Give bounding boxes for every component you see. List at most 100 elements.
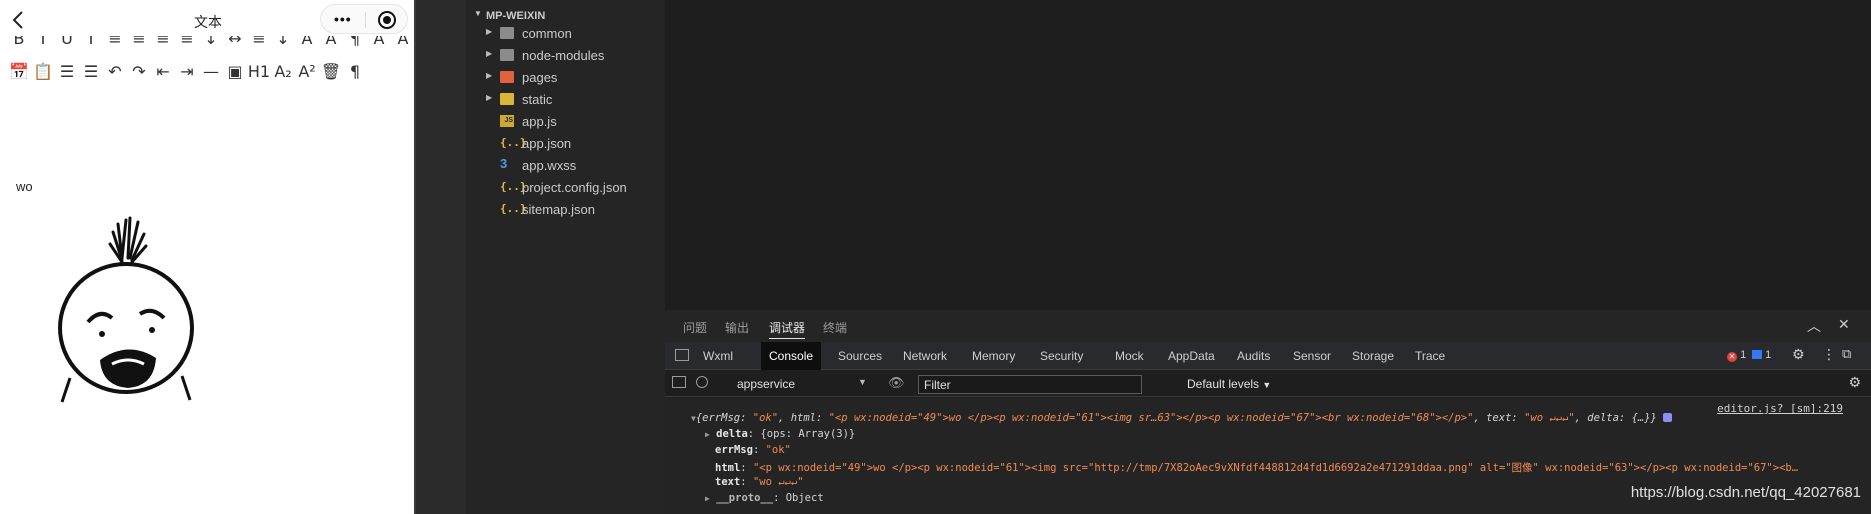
text-dir-icon[interactable]: ¶: [344, 36, 366, 49]
align-right-icon[interactable]: ≡: [152, 36, 174, 49]
more-vert-icon[interactable]: ⋮: [1822, 346, 1836, 363]
underline-icon[interactable]: U: [56, 36, 78, 49]
explorer-item-label: pages: [522, 70, 558, 85]
tab-trace[interactable]: Trace: [1415, 342, 1445, 370]
clipboard-icon[interactable]: 📋: [32, 60, 54, 82]
tab-memory[interactable]: Memory: [972, 342, 1015, 370]
log-prop-html: html: "<p wx:nodeid="49">wo </p><p wx:no…: [715, 462, 1799, 474]
prop-key: html: [715, 462, 741, 474]
explorer-item[interactable]: ▶ pages: [466, 66, 665, 88]
line-height-icon[interactable]: ↕: [200, 36, 222, 49]
log-prop-delta[interactable]: ▶ delta: {ops: Array(3)}: [705, 428, 855, 440]
explorer-item[interactable]: ▶ common: [466, 22, 665, 44]
bullet-list-icon[interactable]: ☰: [80, 60, 102, 82]
expand-icon: ▶: [486, 49, 493, 58]
explorer-item[interactable]: 3 app.wxss: [466, 154, 665, 176]
align-left-icon[interactable]: ≡: [104, 36, 126, 49]
italic-icon[interactable]: I: [32, 36, 54, 49]
date-icon[interactable]: 📅: [8, 60, 30, 82]
explorer-item[interactable]: ▶ static: [466, 88, 665, 110]
font-size-icon[interactable]: A: [320, 36, 342, 49]
val-html: "<p wx:nodeid="49">wo </p><p wx:nodeid="…: [828, 412, 1474, 424]
log-prop-errmsg: errMsg: "ok": [715, 444, 791, 456]
undock-icon[interactable]: ⧉: [1842, 346, 1851, 362]
log-prop-proto[interactable]: ▶ __proto__: Object: [705, 492, 824, 504]
prop-val: "ok": [765, 444, 791, 456]
collapse-icon: ▼: [474, 9, 482, 18]
redo-icon[interactable]: ↷: [128, 60, 150, 82]
editor-content-text[interactable]: wo: [16, 179, 33, 194]
tab-mock[interactable]: Mock: [1115, 342, 1144, 370]
letter-spacing-icon[interactable]: ↔: [224, 36, 246, 49]
chevron-down-icon[interactable]: ▼: [858, 377, 867, 387]
tab-terminal[interactable]: 终端: [823, 319, 847, 336]
clear-console-icon[interactable]: [696, 376, 708, 388]
align-justify-icon[interactable]: ≡: [176, 36, 198, 49]
indent-icon[interactable]: ⇥: [176, 60, 198, 82]
console-filter-input[interactable]: [918, 375, 1142, 394]
heading-icon[interactable]: H1: [248, 60, 270, 82]
tab-debugger[interactable]: 调试器: [769, 319, 806, 339]
tab-console[interactable]: Console: [761, 342, 822, 370]
image-icon[interactable]: ▣: [224, 60, 246, 82]
tab-security[interactable]: Security: [1040, 342, 1083, 370]
tab-audits[interactable]: Audits: [1237, 342, 1270, 370]
watermark: https://blog.csdn.net/qq_42027681: [1630, 484, 1861, 501]
tab-output[interactable]: 输出: [725, 319, 749, 336]
explorer-item[interactable]: JS app.js: [466, 110, 665, 132]
console-filter-bar: appservice ▼ 👁 Default levels ▼ ⚙: [665, 371, 1871, 397]
bold-icon[interactable]: B: [8, 36, 30, 49]
eye-icon[interactable]: 👁: [888, 375, 905, 391]
message-count-badge[interactable]: 1: [1752, 349, 1771, 361]
more-icon[interactable]: •••: [334, 11, 352, 27]
console-settings-icon[interactable]: ⚙: [1848, 374, 1861, 391]
margin-top-icon[interactable]: ≡: [248, 36, 270, 49]
explorer-item[interactable]: ▶ node-modules: [466, 44, 665, 66]
source-link[interactable]: editor.js? [sm]:219: [1717, 402, 1843, 415]
tab-sources[interactable]: Sources: [838, 342, 882, 370]
tab-problems[interactable]: 问题: [683, 319, 707, 336]
prop-val: "wo ↵↵↵": [752, 476, 804, 488]
prop-key: delta: [716, 428, 748, 440]
log-levels-select[interactable]: Default levels ▼: [1187, 377, 1271, 391]
tab-wxml[interactable]: Wxml: [703, 342, 733, 370]
explorer-item[interactable]: {..} app.json: [466, 132, 665, 154]
inspect-element-icon[interactable]: [675, 349, 689, 361]
align-center-icon[interactable]: ≡: [128, 36, 150, 49]
close-miniprogram-icon[interactable]: [378, 11, 396, 29]
sidebar-toggle-icon[interactable]: [672, 376, 686, 388]
explorer-item[interactable]: {..} project.config.json: [466, 176, 665, 198]
paragraph-icon[interactable]: ¶: [344, 60, 366, 82]
tab-network[interactable]: Network: [903, 342, 947, 370]
maximize-panel-icon[interactable]: ︿: [1807, 316, 1821, 336]
file-explorer: ▼ MP-WEIXIN ▶ common ▶ node-modules ▶ pages ▶ s…: [466, 0, 665, 514]
error-count-badge[interactable]: ✕ 1: [1727, 349, 1746, 362]
activity-gutter: [416, 0, 466, 514]
ordered-list-icon[interactable]: ☰: [56, 60, 78, 82]
context-select[interactable]: appservice: [737, 377, 795, 391]
outdent-icon[interactable]: ⇤: [152, 60, 174, 82]
tab-appdata[interactable]: AppData: [1168, 342, 1215, 370]
font-family-icon[interactable]: A: [296, 36, 318, 49]
log-prop-text: text: "wo ↵↵↵": [715, 476, 804, 488]
close-panel-icon[interactable]: ✕: [1838, 316, 1850, 333]
color-icon[interactable]: A: [368, 36, 390, 49]
explorer-item-label: sitemap.json: [522, 202, 595, 217]
subscript-icon[interactable]: A₂: [272, 60, 294, 82]
margin-bottom-icon[interactable]: ↓: [272, 36, 294, 49]
tab-storage[interactable]: Storage: [1352, 342, 1394, 370]
expand-icon: ▶: [705, 430, 710, 439]
panel-tabs: 问题 输出 调试器 终端 ︿ ✕: [665, 310, 1871, 342]
horizontal-rule-icon[interactable]: —: [200, 60, 222, 82]
bg-color-icon[interactable]: A: [392, 36, 414, 49]
explorer-item[interactable]: {..} sitemap.json: [466, 198, 665, 220]
log-entry[interactable]: ▼{errMsg: "ok", html: "<p wx:nodeid="49"…: [691, 412, 1673, 424]
strike-icon[interactable]: I: [80, 36, 102, 49]
editor-inserted-image[interactable]: [18, 210, 238, 410]
tab-sensor[interactable]: Sensor: [1293, 342, 1331, 370]
undo-icon[interactable]: ↶: [104, 60, 126, 82]
delete-icon[interactable]: 🗑: [320, 60, 342, 82]
expand-icon: ▶: [486, 93, 493, 102]
settings-icon[interactable]: ⚙: [1792, 346, 1805, 363]
superscript-icon[interactable]: A²: [296, 60, 318, 82]
